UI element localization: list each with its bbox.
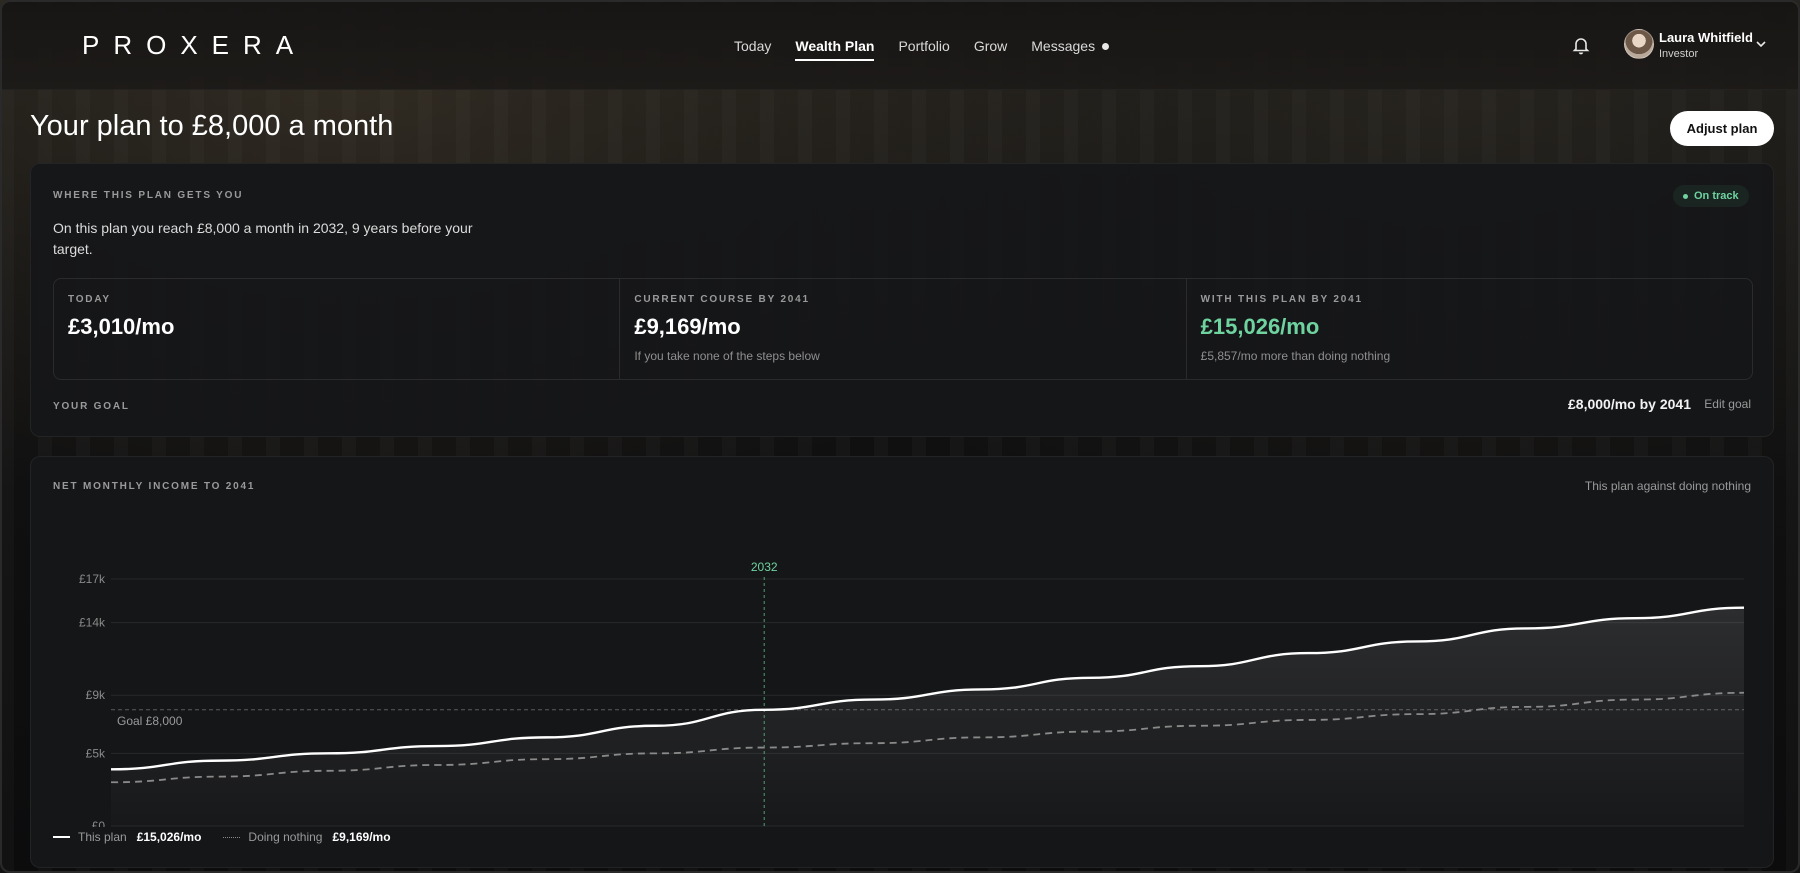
status-badge: On track — [1673, 185, 1749, 207]
main-nav: Today Wealth Plan Portfolio Grow Message… — [722, 2, 1121, 90]
stat-value: £15,026/mo — [1200, 314, 1320, 339]
legend-label-doing-nothing: Doing nothing — [248, 830, 323, 844]
legend-value-doing-nothing: £9,169/mo — [332, 830, 391, 844]
status-dot-icon — [1683, 193, 1688, 199]
y-tick-label: £17k — [79, 572, 106, 586]
goal-line-label: Goal £8,000 — [117, 714, 183, 728]
nav-messages-label: Messages — [1031, 38, 1096, 54]
plan-summary-card: WHERE THIS PLAN GETS YOU On track On thi… — [30, 163, 1774, 437]
legend-swatch-doing-nothing — [223, 836, 241, 838]
nav-messages[interactable]: Messages — [1019, 2, 1121, 90]
plan-card-heading: WHERE THIS PLAN GETS YOU — [53, 190, 244, 201]
stat-current-course: CURRENT COURSE BY 2041 £9,169/mo If you … — [619, 279, 1185, 379]
stats-row: TODAY £3,010/mo CURRENT COURSE BY 2041 £… — [53, 278, 1753, 380]
user-avatar[interactable] — [1624, 29, 1654, 59]
stat-value: £9,169/mo — [634, 314, 741, 339]
nav-portfolio[interactable]: Portfolio — [886, 2, 961, 90]
legend-label-this-plan: This plan — [78, 830, 127, 844]
y-tick-label: £9k — [86, 688, 106, 702]
app-window: PROXERA Today Wealth Plan Portfolio Grow… — [0, 0, 1800, 873]
goal-value: £8,000/mo by 2041 — [1568, 396, 1691, 412]
nav-grow[interactable]: Grow — [962, 2, 1019, 90]
top-navigation-bar: PROXERA Today Wealth Plan Portfolio Grow… — [2, 2, 1798, 90]
goal-label: YOUR GOAL — [53, 401, 130, 412]
page-title: Your plan to £8,000 a month — [30, 110, 394, 142]
stat-value: £3,010/mo — [68, 314, 175, 339]
chart-legend: This plan £15,026/mo Doing nothing £9,16… — [53, 830, 391, 844]
chart-caption: This plan against doing nothing — [1584, 479, 1751, 493]
plan-summary-text: On this plan you reach £8,000 a month in… — [53, 220, 473, 257]
unread-dot-icon — [1102, 42, 1110, 50]
stat-note: £5,857/mo more than doing nothing — [1200, 349, 1391, 363]
stat-label: TODAY — [68, 294, 111, 305]
legend-swatch-this-plan — [53, 836, 70, 838]
stat-label: WITH THIS PLAN BY 2041 — [1200, 294, 1363, 305]
y-tick-label: £14k — [79, 616, 106, 630]
stat-today: TODAY £3,010/mo — [54, 279, 619, 379]
plan-area-fill — [111, 607, 1744, 826]
chevron-down-icon[interactable] — [1755, 38, 1767, 50]
chart-heading: NET MONTHLY INCOME TO 2041 — [53, 481, 256, 492]
user-role: Investor — [1659, 48, 1699, 60]
y-tick-label: £0 — [92, 819, 106, 827]
nav-today[interactable]: Today — [722, 2, 783, 90]
edit-goal-link[interactable]: Edit goal — [1704, 397, 1751, 411]
stat-note: If you take none of the steps below — [634, 349, 820, 363]
y-tick-label: £5k — [86, 746, 106, 760]
income-line-chart[interactable]: £0£5k£9k£14k£17k202620342041Goal £8,0002… — [31, 497, 1775, 827]
stat-label: CURRENT COURSE BY 2041 — [634, 294, 810, 305]
nav-wealth-plan[interactable]: Wealth Plan — [783, 2, 886, 90]
stat-with-plan: WITH THIS PLAN BY 2041 £15,026/mo £5,857… — [1185, 279, 1752, 379]
bell-icon[interactable] — [1570, 34, 1592, 56]
brand-logo[interactable]: PROXERA — [82, 30, 307, 61]
status-text: On track — [1694, 190, 1739, 202]
year-marker-label: 2032 — [751, 560, 778, 574]
legend-value-this-plan: £15,026/mo — [136, 830, 202, 844]
user-name[interactable]: Laura Whitfield — [1659, 30, 1753, 45]
income-chart-card: NET MONTHLY INCOME TO 2041 This plan aga… — [30, 456, 1774, 868]
adjust-plan-button[interactable]: Adjust plan — [1670, 111, 1774, 146]
